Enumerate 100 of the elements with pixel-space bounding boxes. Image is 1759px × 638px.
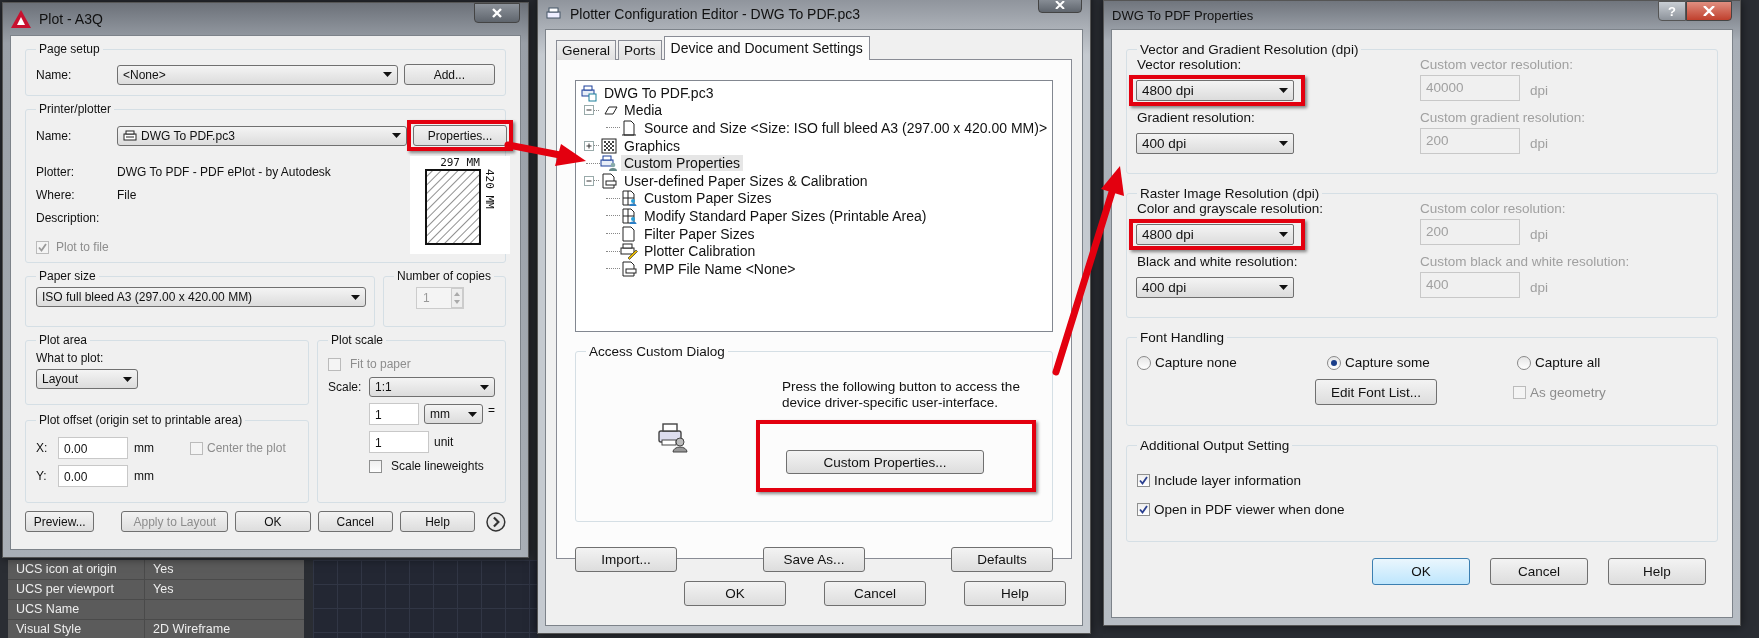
instruction-text: Press the following button to access the device driver-specific user-interface.	[782, 379, 1021, 410]
dropdown[interactable]: <None>	[117, 64, 398, 85]
window-title: Plot - A3Q	[39, 11, 103, 27]
close-icon[interactable]	[491, 7, 503, 19]
unit-label: mm	[134, 469, 154, 483]
tree-item[interactable]: PMP File Name <None>	[641, 260, 799, 277]
field-label: Custom color resolution:	[1420, 201, 1567, 216]
page-icon	[620, 119, 638, 137]
close-icon[interactable]	[1703, 6, 1715, 16]
property-name: UCS icon at origin	[8, 560, 145, 579]
tab[interactable]: Ports	[618, 40, 662, 60]
action-button[interactable]: Save As...	[763, 547, 865, 572]
field-label: Vector resolution:	[1137, 57, 1243, 72]
dialog-button[interactable]: Help	[964, 581, 1066, 606]
unit-label: dpi	[1530, 225, 1548, 242]
input-field[interactable]: 0.00	[58, 437, 128, 459]
property-value: 2D Wireframe	[152, 621, 231, 638]
caret-icon	[123, 376, 132, 382]
dropdown[interactable]: ISO full bleed A3 (297.00 x 420.00 MM)	[36, 287, 366, 307]
custom-properties-button[interactable]: Custom Properties...	[786, 450, 984, 474]
caret-icon	[351, 294, 360, 300]
group-title: Access Custom Dialog	[588, 344, 726, 359]
dialog-button[interactable]: Cancel	[317, 511, 393, 532]
field-label: X:	[36, 441, 49, 455]
property-name: UCS Name	[8, 600, 145, 619]
checkbox-label: Open in PDF viewer when done	[1154, 502, 1345, 517]
checkbox[interactable]	[1137, 474, 1150, 487]
action-button[interactable]: Import...	[575, 547, 677, 572]
property-name: UCS per viewport	[8, 580, 145, 599]
radio-button[interactable]	[1137, 355, 1151, 370]
dropdown[interactable]: mm	[423, 404, 483, 424]
printer-pencil-icon	[620, 242, 638, 261]
field-value: File	[117, 188, 137, 202]
caret-icon	[1279, 88, 1288, 93]
radio-button[interactable]	[1327, 355, 1341, 370]
collapse-icon[interactable]	[584, 105, 594, 116]
tree-item[interactable]: Custom Properties	[621, 155, 743, 172]
group-title: Paper size	[38, 269, 97, 283]
caret-icon	[1279, 232, 1288, 237]
collapse-icon[interactable]	[584, 175, 594, 186]
close-button[interactable]	[1686, 1, 1732, 21]
close-button[interactable]	[1038, 0, 1082, 13]
checkbox[interactable]	[1137, 503, 1150, 516]
action-button[interactable]: Defaults	[951, 547, 1053, 572]
field-value: DWG To PDF - PDF ePlot - by Autodesk	[117, 165, 331, 179]
checkered-icon	[600, 136, 618, 155]
dialog-button[interactable]: Cancel	[1490, 558, 1588, 585]
caret-icon	[382, 72, 392, 77]
unit-label: dpi	[1530, 278, 1548, 295]
dialog-button[interactable]: OK	[684, 581, 786, 606]
dropdown[interactable]: 1:1	[369, 377, 495, 397]
tree-item[interactable]: Graphics	[621, 137, 684, 154]
tree-item[interactable]: Custom Paper Sizes	[641, 190, 775, 207]
expand-icon[interactable]	[584, 140, 594, 151]
dialog-button[interactable]: Cancel	[824, 581, 926, 606]
dialog-button[interactable]: Preview...	[25, 511, 95, 532]
window-title: DWG To PDF Properties	[1112, 7, 1254, 23]
tree-item[interactable]: Media	[621, 102, 666, 119]
edit-font-list-button[interactable]: Edit Font List...	[1315, 379, 1437, 405]
tree-item[interactable]: Plotter Calibration	[641, 243, 759, 260]
input-field[interactable]: 0.00	[58, 465, 128, 487]
dialog-button[interactable]: Help	[1608, 558, 1706, 585]
caret-icon	[468, 411, 477, 417]
dialog-button[interactable]: Help	[399, 511, 476, 532]
group-title: Raster Image Resolution (dpi)	[1139, 186, 1321, 201]
chevron-right-icon[interactable]	[486, 511, 506, 532]
radio-button[interactable]	[1517, 355, 1531, 370]
checkbox-label: Scale lineweights	[391, 459, 484, 473]
input-field[interactable]: 1	[369, 431, 429, 453]
tree-item[interactable]: Source and Size <Size: ISO full bleed A3 (297.00 x 420.00 MM)>	[641, 120, 1051, 136]
input-field[interactable]: 1	[369, 403, 419, 425]
radio-label: Capture all	[1535, 355, 1601, 370]
checkbox-label: As geometry	[1530, 384, 1606, 400]
tree-item[interactable]: User-defined Paper Sizes & Calibration	[621, 172, 871, 189]
tree-item[interactable]: Filter Paper Sizes	[641, 225, 758, 242]
property-value: Yes	[152, 561, 174, 578]
equals-sign: =	[488, 403, 495, 417]
printer-icon	[546, 7, 562, 21]
tree-item[interactable]: Modify Standard Paper Sizes (Printable Area)	[641, 207, 930, 224]
close-icon[interactable]	[1055, 1, 1065, 9]
tab[interactable]: Device and Document Settings	[663, 36, 870, 60]
field-label: Custom black and white resolution:	[1420, 254, 1631, 269]
caret-icon	[480, 384, 489, 390]
dialog-button[interactable]: OK	[1372, 558, 1470, 585]
field-label: Gradient resolution:	[1137, 110, 1256, 125]
dropdown[interactable]: DWG To PDF.pc3	[117, 125, 407, 146]
dialog-button[interactable]: OK	[235, 511, 311, 532]
dropdown[interactable]: Layout	[36, 369, 138, 389]
add-button[interactable]: Add...	[403, 64, 495, 85]
tree-item[interactable]: DWG To PDF.pc3	[601, 84, 717, 101]
group-title: Plot offset (origin set to printable area)	[38, 413, 244, 427]
paper-size-icon	[620, 189, 638, 208]
caret-icon	[1279, 285, 1288, 290]
field-label: What to plot:	[36, 351, 105, 365]
properties-button[interactable]: Properties...	[413, 125, 507, 146]
tab[interactable]: General	[556, 40, 617, 60]
checkbox[interactable]	[369, 459, 382, 473]
close-button[interactable]	[474, 3, 520, 23]
field-label: Where:	[36, 188, 76, 202]
group-title: Plot area	[38, 333, 89, 347]
